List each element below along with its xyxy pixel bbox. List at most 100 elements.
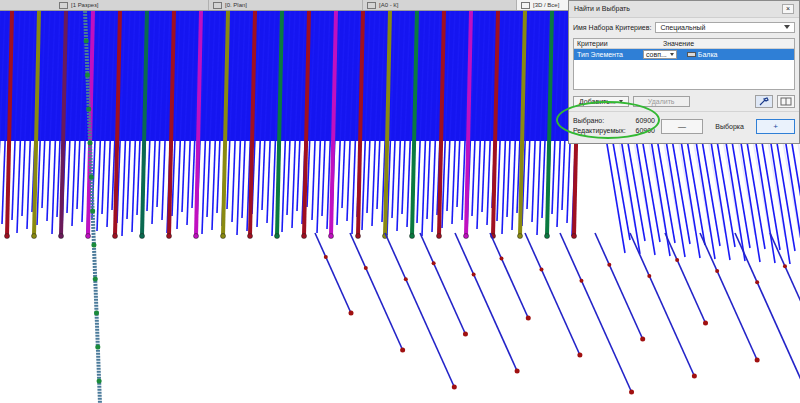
dialog-title-bar[interactable]: Найти и Выбрать × [569,1,799,18]
beam[interactable] [167,11,175,239]
beam[interactable] [770,233,800,347]
beam[interactable] [560,233,634,395]
beam[interactable] [410,11,418,239]
tab-label: [0. Plan] [225,2,247,8]
beam-line[interactable] [132,11,140,232]
beam[interactable] [545,11,553,239]
table-header: КритерииЗначение [574,39,794,49]
beam[interactable] [735,233,800,400]
column-header: Критерии [577,40,663,47]
criteria-set-select[interactable]: Специальный [655,22,795,33]
beam-line[interactable] [537,11,545,235]
pipette-button[interactable] [755,95,773,108]
beam[interactable] [248,11,256,239]
beam[interactable] [420,233,468,337]
operator-select[interactable]: совп... [643,50,677,59]
beam[interactable] [275,11,283,239]
tab-label: [A0 - К] [379,2,399,8]
dialog-title: Найти и Выбрать [574,5,630,12]
dropdown-icon [619,100,623,103]
selection-area: Выбрано:60900Редактируемых:60900—Выборка… [569,111,799,143]
tab-label: [1 Разрез] [71,2,98,8]
lower-beams [315,233,800,400]
dropdown-icon [784,25,790,29]
beam-line[interactable] [557,11,565,227]
beam-line[interactable] [292,11,300,228]
beam[interactable] [455,233,520,374]
layout-button[interactable] [777,95,795,108]
beam-line[interactable] [72,11,80,226]
beam[interactable] [140,11,148,239]
beam[interactable] [385,233,457,390]
beam-line[interactable] [177,11,185,229]
beam[interactable] [350,233,405,353]
view-icon [367,2,376,9]
beam[interactable] [113,11,121,239]
beam-line[interactable] [107,11,115,227]
criteria-row[interactable]: Тип Элементасовп...Балка [574,49,794,60]
archicad-window: [1 Разрез] [0. Plan] [A0 - К] [3D / Все] Най… [0,0,800,403]
beam[interactable] [383,11,391,239]
beam-line[interactable] [372,11,380,226]
close-button[interactable]: × [782,4,794,14]
view-tab[interactable]: [A0 - К] [363,0,517,10]
beam-line[interactable] [397,11,405,231]
beam-icon [687,52,696,57]
selection-label: Выборка [709,123,750,130]
view-tab[interactable]: [0. Plan] [209,0,363,10]
tab-label: [3D / Все] [533,2,559,8]
beam[interactable] [59,11,67,239]
count-value: 60900 [636,126,655,137]
beam-line[interactable] [452,11,460,224]
beam-line[interactable] [317,11,325,233]
select-button[interactable]: + [756,119,795,134]
beam-line[interactable] [17,11,25,233]
beam[interactable] [302,11,310,239]
value-cell[interactable]: Балка [687,51,718,58]
beam[interactable] [665,233,708,326]
view-icon [213,2,222,9]
count-label: Редактируемых: [573,126,626,137]
view-tab[interactable]: [1 Разрез] [55,0,209,10]
beam-line[interactable] [502,11,510,234]
view-icon [521,2,530,9]
long-beam[interactable] [84,11,102,403]
beam-line[interactable] [512,11,520,230]
beam-line[interactable] [122,11,130,236]
beam-line[interactable] [237,11,245,235]
beam[interactable] [700,233,760,363]
pipette-icon [758,97,770,106]
beam[interactable] [630,233,697,379]
remove-button[interactable]: Удалить [633,96,690,107]
find-select-dialog: Найти и Выбрать × Имя Набора Критериев:Спе… [568,0,800,144]
beam-line[interactable] [202,11,210,234]
beam-line[interactable] [97,11,105,231]
beam[interactable] [518,11,526,239]
column-header: Значение [663,40,694,47]
beam-line[interactable] [337,11,345,225]
beam-line[interactable] [212,11,220,230]
beam-line[interactable] [422,11,430,236]
beam-line[interactable] [257,11,265,227]
beam[interactable] [490,233,531,321]
beam[interactable] [525,233,582,358]
deselect-button[interactable]: — [661,119,703,134]
add-button[interactable]: Добавить... [573,96,629,107]
beam[interactable] [329,11,337,239]
beam[interactable] [491,11,499,239]
beam[interactable] [356,11,364,239]
beam-line[interactable] [477,11,485,229]
beam[interactable] [194,11,202,239]
beam[interactable] [5,11,13,239]
beam[interactable] [315,233,354,316]
beam-line[interactable] [187,11,195,225]
grid-icon [780,97,792,106]
beam-line[interactable] [52,11,60,234]
beam-line[interactable] [152,11,160,224]
beam[interactable] [464,11,472,239]
dropdown-icon [670,53,674,56]
beam[interactable] [221,11,229,239]
criteria-set-row: Имя Набора Критериев:Специальный [569,18,799,36]
beam[interactable] [437,11,445,239]
beam[interactable] [32,11,40,239]
